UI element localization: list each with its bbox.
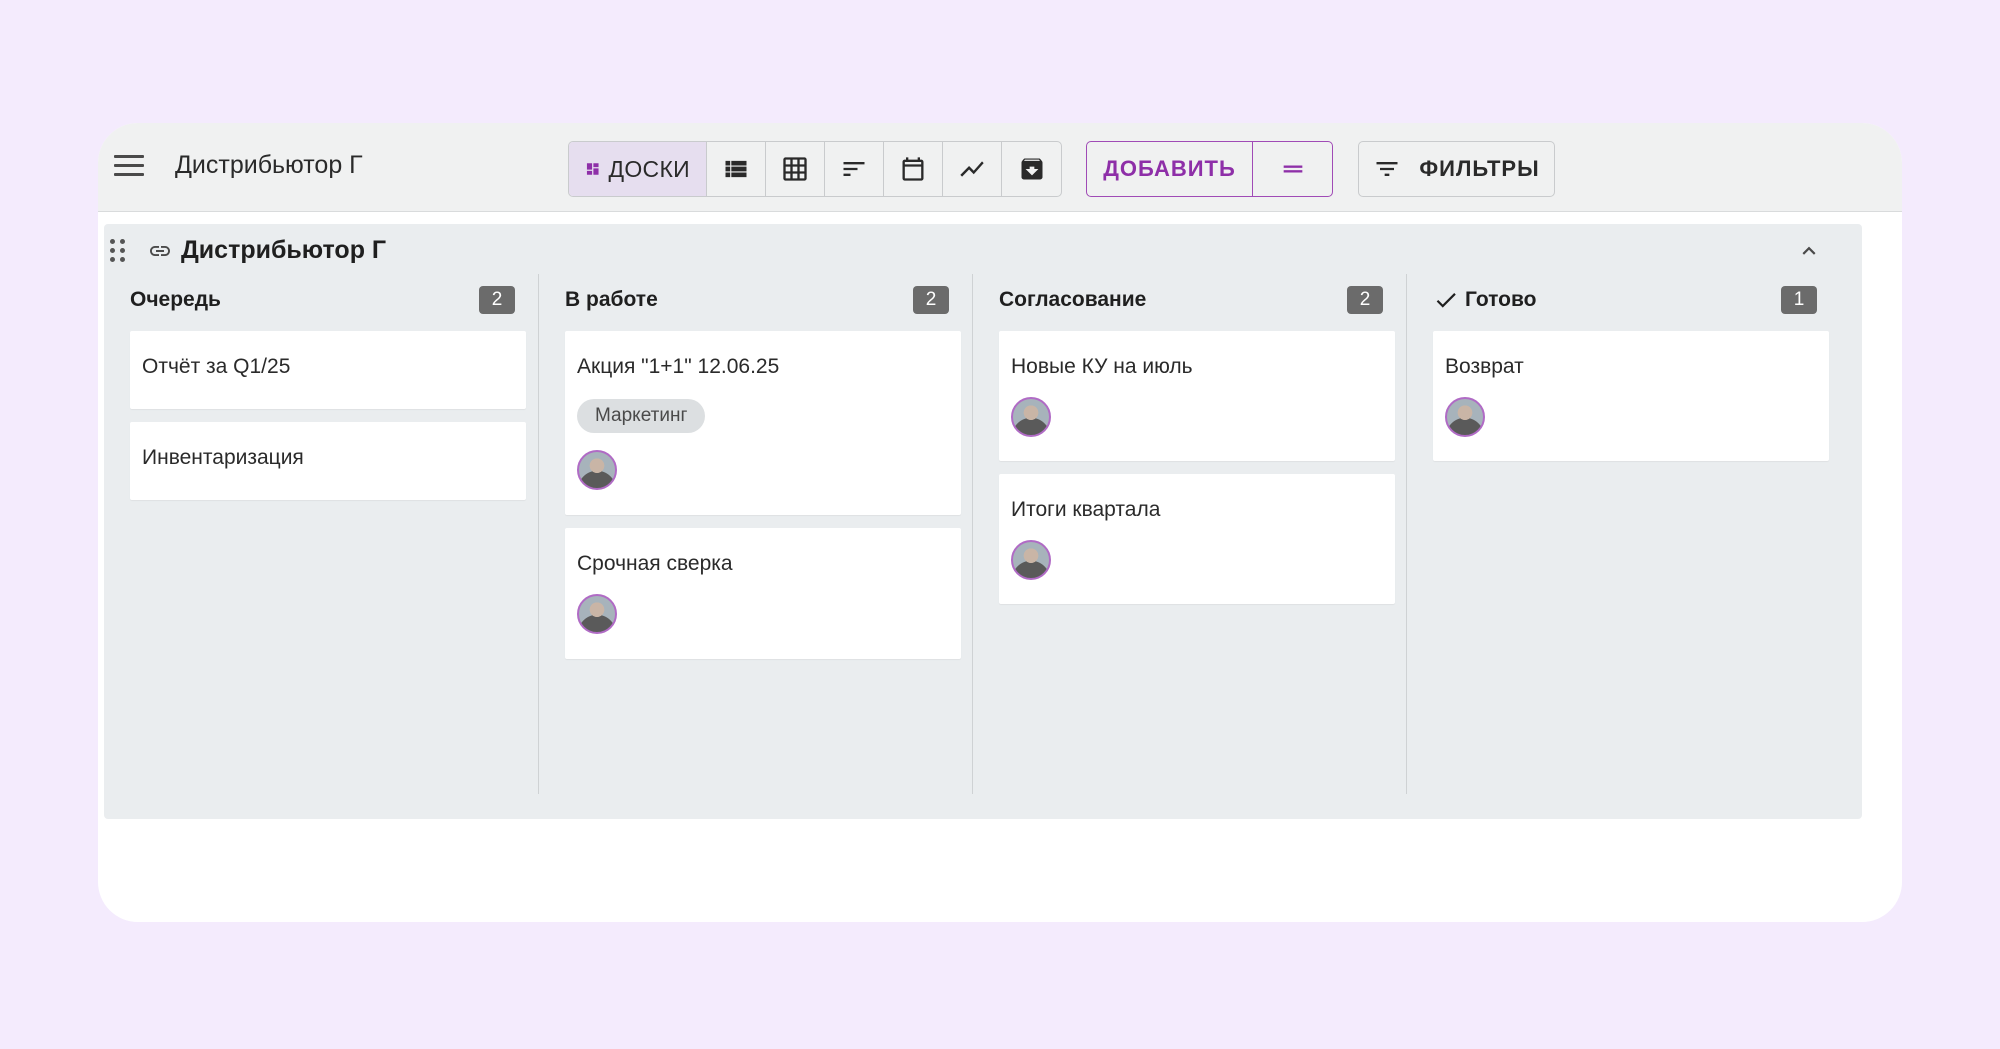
view-switcher: ДОСКИ bbox=[568, 141, 1062, 197]
column-header: Согласование 2 bbox=[999, 284, 1383, 316]
card-title: Акция "1+1" 12.06.25 bbox=[577, 355, 780, 378]
filter-icon bbox=[1376, 162, 1398, 176]
card[interactable]: Новые КУ на июль bbox=[999, 331, 1395, 461]
column-title: Согласование bbox=[999, 288, 1147, 311]
column-approval: Согласование 2 Новые КУ на июль Итоги кв… bbox=[972, 274, 1406, 794]
page-title: Дистрибьютор Г bbox=[175, 151, 363, 179]
view-archive-button[interactable] bbox=[1002, 142, 1061, 196]
card[interactable]: Отчёт за Q1/25 bbox=[130, 331, 526, 409]
add-button-group: ДОБАВИТЬ bbox=[1086, 141, 1333, 197]
toolbar: Дистрибьютор Г ДОСКИ ДОБАВИТЬ ФИЛЬТРЫ bbox=[98, 123, 1902, 212]
column-in-progress: В работе 2 Акция "1+1" 12.06.25 Маркетин… bbox=[538, 274, 972, 794]
column-title-wrap: Готово bbox=[1433, 287, 1536, 313]
trend-icon bbox=[960, 161, 984, 177]
drag-handle-icon[interactable] bbox=[110, 239, 126, 262]
tag-badge[interactable]: Маркетинг bbox=[577, 399, 706, 433]
board-header: Дистрибьютор Г bbox=[104, 224, 1862, 274]
column-header: В работе 2 bbox=[565, 284, 949, 316]
card-title: Инвентаризация bbox=[142, 446, 304, 469]
view-gantt-button[interactable] bbox=[825, 142, 884, 196]
add-button[interactable]: ДОБАВИТЬ bbox=[1087, 142, 1253, 196]
app-window: Дистрибьютор Г ДОСКИ ДОБАВИТЬ ФИЛЬТРЫ Ди… bbox=[98, 123, 1902, 922]
add-options-button[interactable] bbox=[1253, 142, 1332, 196]
card-title: Срочная сверка bbox=[577, 552, 733, 575]
filters-button[interactable]: ФИЛЬТРЫ bbox=[1358, 141, 1555, 197]
column-title: Готово bbox=[1465, 288, 1537, 311]
link-icon bbox=[150, 246, 170, 256]
board: Дистрибьютор Г Очередь 2 Отчёт за Q1/25 … bbox=[104, 224, 1862, 819]
avatar[interactable] bbox=[577, 594, 617, 634]
view-list-button[interactable] bbox=[707, 142, 766, 196]
column-queue: Очередь 2 Отчёт за Q1/25 Инвентаризация bbox=[104, 274, 538, 794]
filters-label: ФИЛЬТРЫ bbox=[1419, 156, 1540, 181]
view-table-button[interactable] bbox=[766, 142, 825, 196]
menu-icon[interactable] bbox=[114, 151, 146, 179]
view-boards-label: ДОСКИ bbox=[608, 155, 690, 182]
grid-icon bbox=[783, 157, 807, 181]
card-title: Новые КУ на июль bbox=[1011, 355, 1193, 378]
avatar[interactable] bbox=[1445, 397, 1485, 437]
view-chart-button[interactable] bbox=[943, 142, 1002, 196]
drag-lines-icon bbox=[1283, 165, 1302, 173]
card-title: Возврат bbox=[1445, 355, 1524, 378]
sort-icon bbox=[843, 162, 865, 176]
avatar[interactable] bbox=[1011, 540, 1051, 580]
card[interactable]: Инвентаризация bbox=[130, 422, 526, 500]
column-count-badge: 2 bbox=[1347, 286, 1383, 314]
column-done: Готово 1 Возврат bbox=[1406, 274, 1840, 794]
board-title: Дистрибьютор Г bbox=[181, 236, 387, 264]
card-title: Отчёт за Q1/25 bbox=[142, 355, 291, 378]
avatar[interactable] bbox=[577, 450, 617, 490]
card[interactable]: Акция "1+1" 12.06.25 Маркетинг bbox=[565, 331, 961, 515]
view-boards-button[interactable]: ДОСКИ bbox=[569, 142, 707, 196]
card[interactable]: Срочная сверка bbox=[565, 528, 961, 659]
column-title: В работе bbox=[565, 288, 658, 311]
card[interactable]: Итоги квартала bbox=[999, 474, 1395, 604]
card[interactable]: Возврат bbox=[1433, 331, 1829, 461]
column-count-badge: 2 bbox=[913, 286, 949, 314]
column-title: Очередь bbox=[130, 288, 221, 311]
check-icon bbox=[1436, 293, 1456, 308]
avatar[interactable] bbox=[1011, 397, 1051, 437]
dashboard-icon bbox=[586, 163, 599, 175]
column-count-badge: 2 bbox=[479, 286, 515, 314]
chevron-up-icon[interactable] bbox=[1796, 238, 1822, 264]
archive-icon bbox=[1021, 158, 1042, 180]
card-title: Итоги квартала bbox=[1011, 498, 1161, 521]
calendar-icon bbox=[902, 157, 924, 181]
column-header: Очередь 2 bbox=[130, 284, 515, 316]
column-header: Готово 1 bbox=[1433, 284, 1817, 316]
view-calendar-button[interactable] bbox=[884, 142, 943, 196]
list-icon bbox=[725, 160, 747, 178]
column-count-badge: 1 bbox=[1781, 286, 1817, 314]
